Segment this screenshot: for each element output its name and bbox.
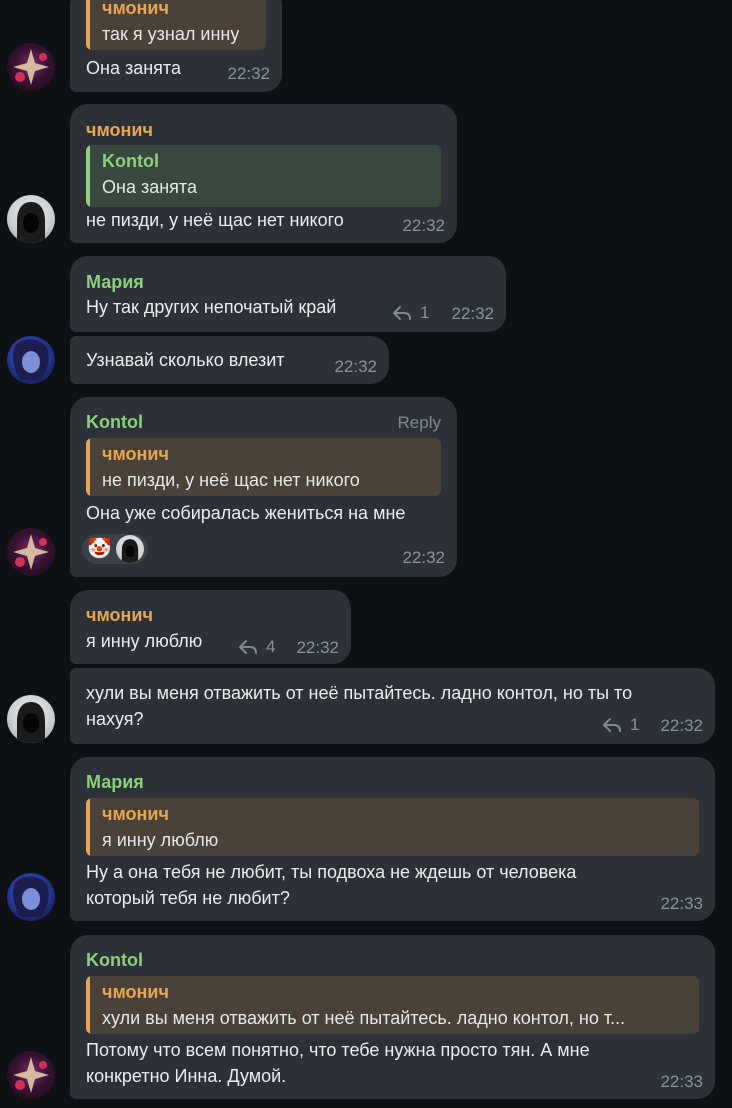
quote-text: я инну люблю <box>102 830 219 850</box>
quote-author: чмонич <box>102 0 169 18</box>
message-time: 22:33 <box>660 894 703 913</box>
sender-name[interactable]: Kontol <box>86 950 143 971</box>
avatar-chmonich[interactable] <box>7 695 55 743</box>
reply-count: 1 <box>420 303 430 322</box>
replies-indicator[interactable]: 1 <box>602 715 639 735</box>
quote-author: Kontol <box>102 151 159 171</box>
reply-arrow-icon <box>603 718 621 732</box>
reactor-avatar <box>116 535 144 563</box>
message-text: хули вы меня отважить от неё пытайтесь. … <box>86 683 633 703</box>
quoted-message[interactable]: чмонич я инну люблю <box>86 798 699 856</box>
avatar-maria[interactable] <box>7 336 55 384</box>
message-text: Потому что всем понятно, что тебе нужна … <box>86 1040 590 1060</box>
replies-indicator[interactable]: 4 <box>238 637 275 657</box>
avatar-kontol[interactable] <box>7 528 55 576</box>
avatar-kontol[interactable] <box>7 1051 55 1099</box>
message-text: Узнавай сколько влезит <box>86 350 285 370</box>
avatar-kontol[interactable] <box>7 43 55 91</box>
message-bubble[interactable]: Мария чмонич я инну люблю Ну а она тебя … <box>70 757 715 921</box>
message-time: 22:32 <box>402 548 445 567</box>
message-text: Она уже собиралась жениться на мне <box>86 503 406 523</box>
quoted-message[interactable]: чмонич так я узнал инну <box>86 0 266 50</box>
reply-arrow-icon <box>239 640 257 654</box>
reply-count: 1 <box>630 715 640 734</box>
message-time: 22:32 <box>296 638 339 657</box>
avatar-chmonich[interactable] <box>7 195 55 243</box>
message-time: 22:32 <box>660 716 703 735</box>
replies-indicator[interactable]: 1 <box>392 303 429 323</box>
message-bubble[interactable]: хули вы меня отважить от неё пытайтесь. … <box>70 668 715 744</box>
reply-count: 4 <box>266 637 276 656</box>
message-bubble[interactable]: Kontol чмонич хули вы меня отважить от н… <box>70 935 715 1099</box>
sender-name[interactable]: Мария <box>86 772 144 793</box>
message-bubble[interactable]: чмонич так я узнал инну Она занята 22:32 <box>70 0 282 92</box>
message-text: который тебя не любит? <box>86 888 290 908</box>
sender-name[interactable]: Kontol <box>86 412 143 433</box>
quoted-message[interactable]: чмонич не пизди, у неё щас нет никого <box>86 438 441 496</box>
quote-author: чмонич <box>102 804 169 824</box>
message-time: 22:32 <box>227 64 270 83</box>
quoted-message[interactable]: Kontol Она занята <box>86 145 441 207</box>
message-time: 22:32 <box>451 304 494 323</box>
reaction-emoji: 🤡 <box>87 538 112 560</box>
message-text: Ну а она тебя не любит, ты подвоха не жд… <box>86 862 577 882</box>
message-text: я инну люблю <box>86 631 203 651</box>
message-text: не пизди, у неё щас нет никого <box>86 210 344 230</box>
message-bubble[interactable]: Kontol Reply чмонич не пизди, у неё щас … <box>70 397 457 577</box>
message-bubble[interactable]: Узнавай сколько влезит 22:32 <box>70 336 389 384</box>
reply-button[interactable]: Reply <box>398 413 441 433</box>
message-text: Она занята <box>86 58 181 78</box>
message-bubble[interactable]: чмонич я инну люблю 4 22:32 <box>70 590 351 664</box>
quote-text: Она занята <box>102 177 197 197</box>
message-text: нахуя? <box>86 709 144 729</box>
message-bubble[interactable]: Мария Ну так других непочатый край 1 22:… <box>70 256 506 332</box>
message-time: 22:32 <box>334 357 377 376</box>
quote-text: хули вы меня отважить от неё пытайтесь. … <box>102 1008 626 1028</box>
sender-name[interactable]: чмонич <box>86 605 153 626</box>
message-text: Ну так других непочатый край <box>86 297 337 317</box>
message-text: конкретно Инна. Думой. <box>86 1066 287 1086</box>
sender-name[interactable]: Мария <box>86 272 144 293</box>
message-time: 22:33 <box>660 1072 703 1091</box>
reply-arrow-icon <box>393 306 411 320</box>
quote-author: чмонич <box>102 982 169 1002</box>
sender-name[interactable]: чмонич <box>86 120 153 141</box>
message-time: 22:32 <box>402 216 445 235</box>
avatar-maria[interactable] <box>7 873 55 921</box>
quote-text: не пизди, у неё щас нет никого <box>102 470 360 490</box>
quote-text: так я узнал инну <box>102 24 240 44</box>
message-bubble[interactable]: чмонич Kontol Она занята не пизди, у неё… <box>70 104 457 243</box>
quote-author: чмонич <box>102 444 169 464</box>
quoted-message[interactable]: чмонич хули вы меня отважить от неё пыта… <box>86 976 699 1034</box>
reaction-chip[interactable]: 🤡 <box>82 534 148 564</box>
